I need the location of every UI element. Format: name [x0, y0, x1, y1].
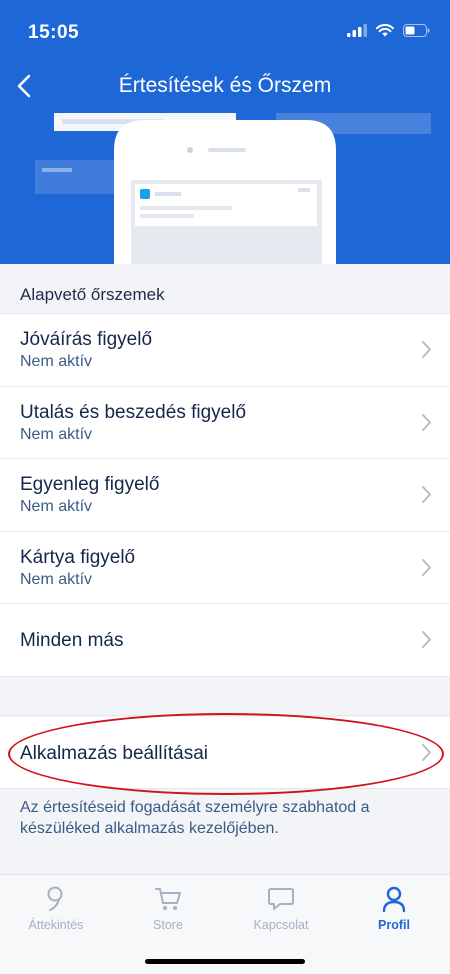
settings-footnote: Az értesítéseid fogadását személyre szab…	[20, 799, 370, 837]
section-header-label: Alapvető őrszemek	[20, 285, 165, 304]
profile-icon	[382, 886, 406, 913]
tab-bar: Áttekintés Store Kapcsolat Profil	[0, 874, 450, 974]
tab-contact[interactable]: Kapcsolat	[225, 875, 337, 945]
tab-label: Profil	[378, 918, 410, 932]
tab-overview[interactable]: Áttekintés	[0, 875, 112, 945]
tab-label: Áttekintés	[28, 918, 84, 932]
section-divider	[0, 676, 450, 716]
hero-banner: 15:05 Értesítések és Őrszem	[0, 0, 450, 264]
chevron-right-icon	[422, 486, 431, 503]
list-item-credit-watcher[interactable]: Jóváírás figyelő Nem aktív	[0, 314, 450, 387]
list-item-status: Nem aktív	[20, 498, 93, 515]
battery-icon	[403, 24, 430, 37]
watcher-list: Jóváírás figyelő Nem aktív Utalás és bes…	[0, 314, 450, 677]
wifi-icon	[376, 24, 394, 37]
chevron-right-icon	[422, 341, 431, 358]
app-settings-row[interactable]: Alkalmazás beállításai	[0, 717, 450, 789]
list-item-balance-watcher[interactable]: Egyenleg figyelő Nem aktív	[0, 459, 450, 532]
nav-bar: Értesítések és Őrszem	[0, 64, 450, 108]
list-item-title: Kártya figyelő	[20, 546, 136, 568]
status-icons	[347, 24, 430, 37]
tab-label: Kapcsolat	[253, 918, 309, 932]
tab-store[interactable]: Store	[112, 875, 224, 945]
home-indicator	[145, 959, 305, 964]
chevron-right-icon	[422, 631, 431, 648]
list-item-title: Jóváírás figyelő	[20, 329, 153, 350]
status-time: 15:05	[28, 22, 80, 43]
tab-profile[interactable]: Profil	[338, 875, 450, 945]
list-item-status: Nem aktív	[20, 570, 93, 588]
tab-label: Store	[153, 918, 183, 932]
list-item-transfer-watcher[interactable]: Utalás és beszedés figyelő Nem aktív	[0, 387, 450, 459]
list-item-card-watcher[interactable]: Kártya figyelő Nem aktív	[0, 532, 450, 604]
list-item-title: Minden más	[20, 630, 124, 651]
overview-icon	[47, 886, 63, 911]
app-settings-label: Alkalmazás beállításai	[20, 743, 208, 764]
list-item-everything-else[interactable]: Minden más	[0, 604, 450, 677]
page-title: Értesítések és Őrszem	[118, 74, 332, 97]
section-header: Alapvető őrszemek	[0, 264, 450, 314]
chat-icon	[268, 888, 294, 910]
list-item-status: Nem aktív	[20, 353, 93, 370]
chevron-right-icon	[422, 558, 431, 576]
chevron-right-icon	[422, 744, 431, 761]
list-item-title: Utalás és beszedés figyelő	[20, 401, 247, 423]
status-bar: 15:05	[0, 0, 450, 60]
list-item-status: Nem aktív	[20, 425, 93, 443]
chevron-right-icon	[422, 413, 431, 431]
cart-icon	[155, 888, 181, 910]
list-item-title: Egyenleg figyelő	[20, 474, 160, 495]
cellular-signal-icon	[347, 24, 367, 37]
